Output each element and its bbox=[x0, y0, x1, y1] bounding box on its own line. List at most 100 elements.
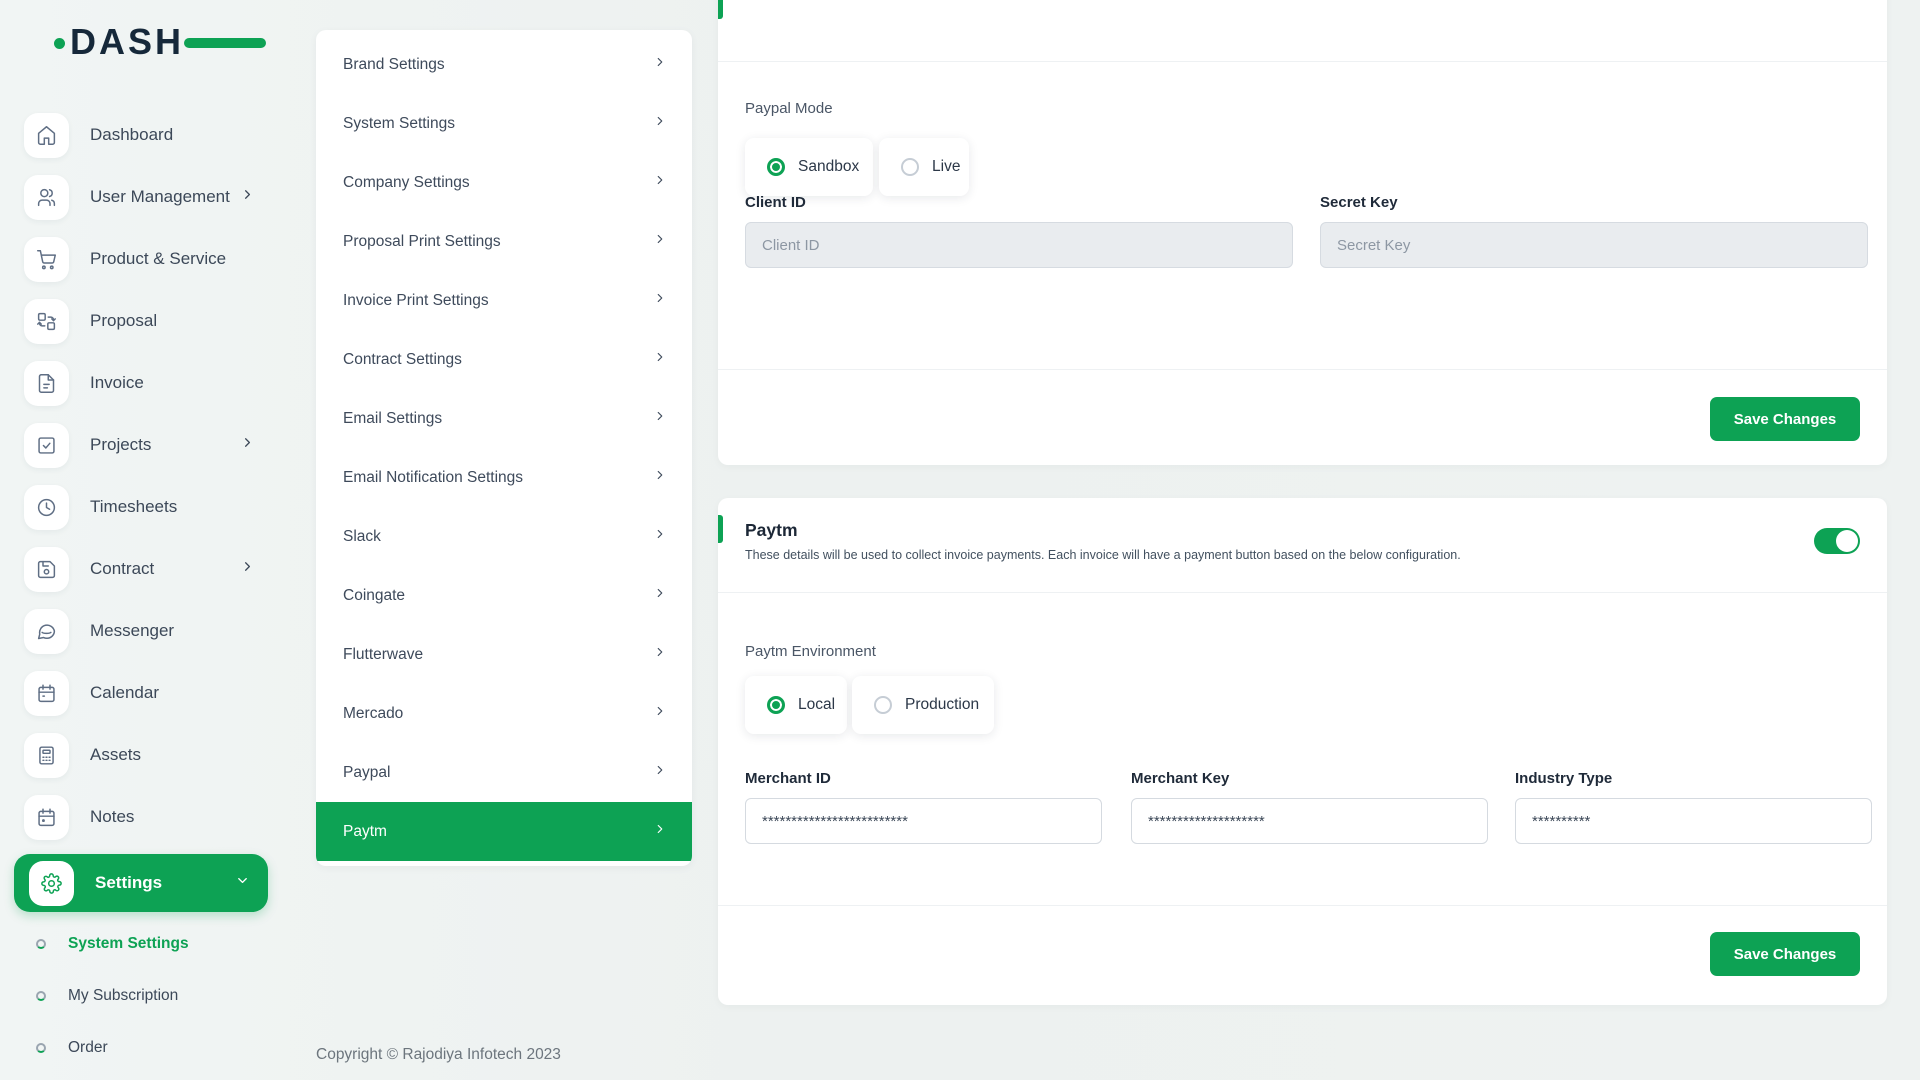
menu-item-coingate[interactable]: Coingate bbox=[316, 566, 692, 625]
radio-option-label: Live bbox=[932, 158, 960, 176]
menu-item-label: System Settings bbox=[343, 115, 455, 133]
menu-item-email-notification-settings[interactable]: Email Notification Settings bbox=[316, 448, 692, 507]
chevron-right-icon bbox=[653, 763, 667, 782]
chevron-right-icon bbox=[653, 704, 667, 723]
sidebar-item-invoice[interactable]: Invoice bbox=[0, 352, 300, 414]
clock-icon bbox=[24, 485, 69, 530]
industry-type-input[interactable] bbox=[1515, 798, 1872, 844]
menu-item-flutterwave[interactable]: Flutterwave bbox=[316, 625, 692, 684]
menu-item-label: Flutterwave bbox=[343, 646, 423, 664]
sidebar-item-label: Contract bbox=[90, 559, 154, 579]
client-id-label: Client ID bbox=[745, 194, 806, 211]
invoice-icon bbox=[24, 361, 69, 406]
paytm-section-description: These details will be used to collect in… bbox=[745, 548, 1461, 562]
sidebar-item-dashboard[interactable]: Dashboard bbox=[0, 104, 300, 166]
sidebar-subitem-order[interactable]: Order bbox=[36, 1022, 300, 1074]
home-icon bbox=[24, 113, 69, 158]
paytm-save-button[interactable]: Save Changes bbox=[1710, 932, 1860, 976]
menu-item-paytm[interactable]: Paytm bbox=[316, 802, 692, 861]
sidebar-item-projects[interactable]: Projects bbox=[0, 414, 300, 476]
radio-option-label: Production bbox=[905, 696, 979, 714]
app-logo[interactable]: DASH bbox=[70, 22, 220, 62]
sidebar-item-label: Notes bbox=[90, 807, 134, 827]
paytm-env-local-option[interactable]: Local bbox=[745, 676, 847, 734]
sidebar-item-settings[interactable]: Settings bbox=[14, 854, 268, 912]
chevron-right-icon bbox=[653, 114, 667, 133]
cart-icon bbox=[24, 237, 69, 282]
paypal-save-button[interactable]: Save Changes bbox=[1710, 397, 1860, 441]
sidebar-item-label: Assets bbox=[90, 745, 141, 765]
menu-item-label: Brand Settings bbox=[343, 56, 445, 74]
client-id-input[interactable] bbox=[745, 222, 1293, 268]
sidebar-subitem-system-settings[interactable]: System Settings bbox=[36, 918, 300, 970]
chevron-right-icon bbox=[653, 232, 667, 251]
card-divider bbox=[718, 369, 1887, 370]
chevron-right-icon bbox=[240, 559, 255, 579]
sidebar-item-timesheets[interactable]: Timesheets bbox=[0, 476, 300, 538]
merchant-id-input[interactable] bbox=[745, 798, 1102, 844]
sidebar-item-contract[interactable]: Contract bbox=[0, 538, 300, 600]
merchant-key-input[interactable] bbox=[1131, 798, 1488, 844]
menu-item-brand-settings[interactable]: Brand Settings bbox=[316, 35, 692, 94]
sidebar-subitem-label: System Settings bbox=[68, 935, 189, 953]
projects-icon bbox=[24, 423, 69, 468]
menu-item-slack[interactable]: Slack bbox=[316, 507, 692, 566]
radio-option-label: Local bbox=[798, 696, 835, 714]
menu-item-label: Coingate bbox=[343, 587, 405, 605]
paypal-mode-label: Paypal Mode bbox=[745, 100, 833, 117]
menu-item-mercado[interactable]: Mercado bbox=[316, 684, 692, 743]
logo-dot-icon bbox=[54, 38, 65, 49]
sidebar-item-label: Messenger bbox=[90, 621, 174, 641]
paypal-card-header: Paypal These details will be used to col… bbox=[718, 0, 1887, 62]
paypal-mode-live-option[interactable]: Live bbox=[879, 138, 969, 196]
chevron-down-icon bbox=[235, 873, 250, 893]
menu-item-label: Email Notification Settings bbox=[343, 469, 523, 487]
sidebar-subitem-label: Order bbox=[68, 1039, 108, 1057]
sidebar-item-label: Timesheets bbox=[90, 497, 177, 517]
merchant-id-label: Merchant ID bbox=[745, 770, 831, 787]
accent-bar bbox=[718, 515, 723, 543]
sidebar-subitem-my-subscription[interactable]: My Subscription bbox=[36, 970, 300, 1022]
menu-item-label: Paypal bbox=[343, 764, 390, 782]
paytm-enable-toggle[interactable] bbox=[1814, 528, 1860, 554]
secret-key-input[interactable] bbox=[1320, 222, 1868, 268]
bullet-ring-icon bbox=[36, 991, 46, 1001]
chevron-right-icon bbox=[653, 350, 667, 369]
messenger-icon bbox=[24, 609, 69, 654]
chevron-right-icon bbox=[653, 586, 667, 605]
bullet-ring-icon bbox=[36, 939, 46, 949]
menu-item-invoice-print-settings[interactable]: Invoice Print Settings bbox=[316, 271, 692, 330]
menu-item-label: Invoice Print Settings bbox=[343, 292, 489, 310]
sidebar-item-label: Settings bbox=[95, 873, 162, 893]
paytm-card-header: Paytm These details will be used to coll… bbox=[718, 498, 1887, 593]
menu-item-email-settings[interactable]: Email Settings bbox=[316, 389, 692, 448]
menu-item-proposal-print-settings[interactable]: Proposal Print Settings bbox=[316, 212, 692, 271]
sidebar-item-calendar[interactable]: Calendar bbox=[0, 662, 300, 724]
paytm-env-production-option[interactable]: Production bbox=[852, 676, 994, 734]
menu-item-paypal[interactable]: Paypal bbox=[316, 743, 692, 802]
menu-item-contract-settings[interactable]: Contract Settings bbox=[316, 330, 692, 389]
card-divider bbox=[718, 905, 1887, 906]
radio-selected-icon bbox=[767, 696, 785, 714]
menu-item-system-settings[interactable]: System Settings bbox=[316, 94, 692, 153]
menu-item-label: Slack bbox=[343, 528, 381, 546]
sidebar-item-assets[interactable]: Assets bbox=[0, 724, 300, 786]
sidebar-item-messenger[interactable]: Messenger bbox=[0, 600, 300, 662]
menu-item-company-settings[interactable]: Company Settings bbox=[316, 153, 692, 212]
chevron-right-icon bbox=[653, 645, 667, 664]
paypal-mode-sandbox-option[interactable]: Sandbox bbox=[745, 138, 873, 196]
sidebar-item-notes[interactable]: Notes bbox=[0, 786, 300, 848]
copyright-text: Copyright © Rajodiya Infotech 2023 bbox=[316, 1046, 561, 1064]
radio-unselected-icon bbox=[901, 158, 919, 176]
gear-icon bbox=[29, 861, 74, 906]
chevron-right-icon bbox=[653, 527, 667, 546]
sidebar-item-proposal[interactable]: Proposal bbox=[0, 290, 300, 352]
secret-key-label: Secret Key bbox=[1320, 194, 1398, 211]
chevron-right-icon bbox=[653, 55, 667, 74]
sidebar-item-user-management[interactable]: User Management bbox=[0, 166, 300, 228]
proposal-icon bbox=[24, 299, 69, 344]
sidebar-nav: Dashboard User Management Product & Serv… bbox=[0, 104, 300, 848]
sidebar-item-product-service[interactable]: Product & Service bbox=[0, 228, 300, 290]
chevron-right-icon bbox=[653, 409, 667, 428]
menu-item-label: Contract Settings bbox=[343, 351, 462, 369]
